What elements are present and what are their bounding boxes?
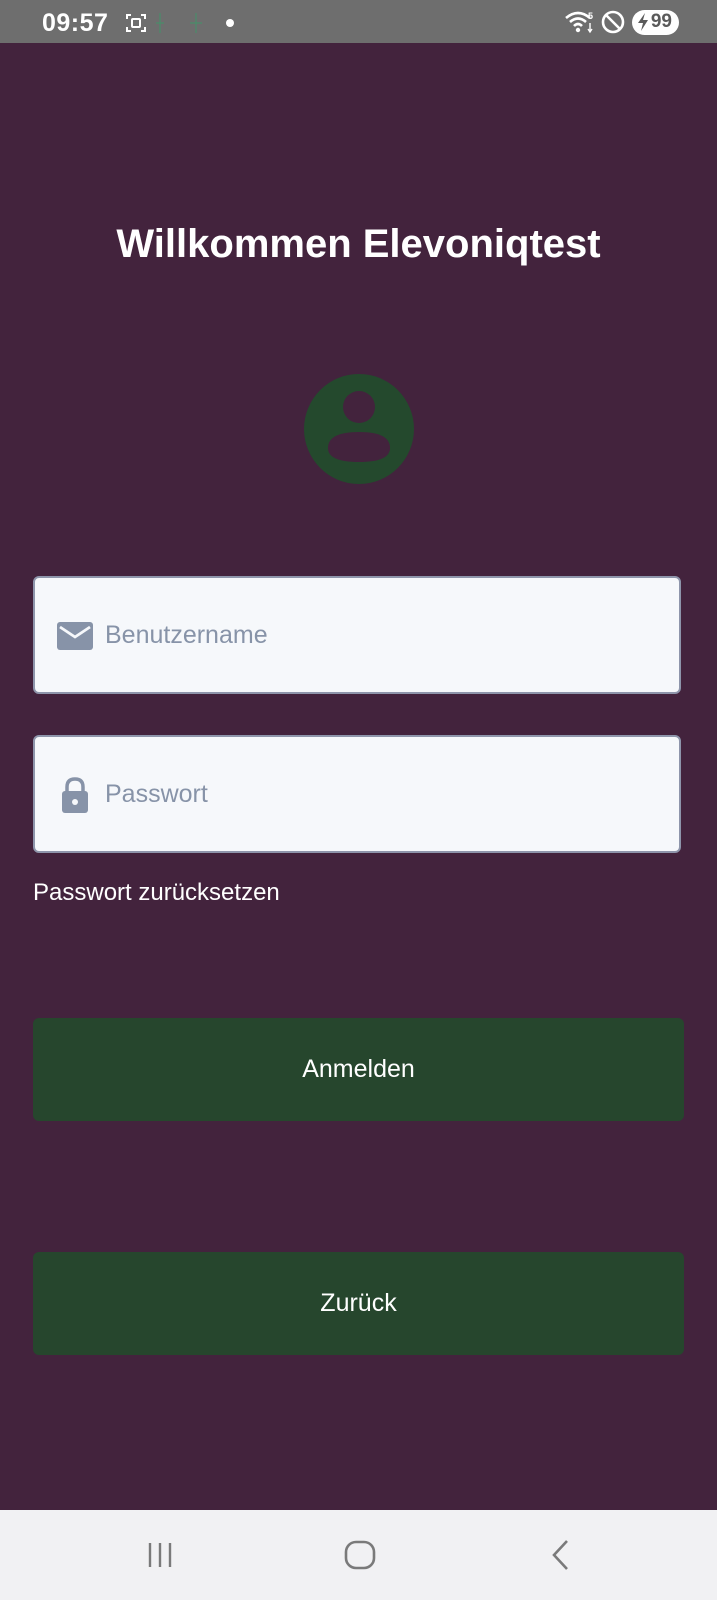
status-notification-icons [124,11,240,35]
back-button[interactable]: Zurück [33,1252,684,1355]
login-button[interactable]: Anmelden [33,1018,684,1121]
charging-bolt-icon [637,13,648,31]
screenshot-icon [126,14,146,32]
password-field[interactable] [33,735,681,853]
lock-icon [62,777,88,813]
recent-apps-icon [148,1543,172,1567]
signal-glyph-icon [190,13,202,33]
username-field[interactable] [33,576,681,694]
signal-glyph-icon [156,13,164,33]
notification-dot-icon [226,19,234,27]
home-icon [344,1540,376,1570]
status-right-icons: 5 99 [564,9,679,35]
account-circle-icon [304,374,414,484]
mail-icon [57,622,93,650]
system-back-button[interactable] [531,1530,591,1580]
svg-text:5: 5 [588,11,593,21]
home-button[interactable] [330,1530,390,1580]
battery-indicator: 99 [631,9,679,35]
chevron-left-icon [552,1540,568,1570]
reset-password-link[interactable]: Passwort zurücksetzen [33,879,280,907]
status-bar: 09:57 5 99 [0,0,717,43]
navigation-bar [0,1510,717,1600]
battery-level: 99 [650,11,672,32]
do-not-disturb-icon [601,10,625,34]
status-time: 09:57 [42,9,109,37]
wifi-icon: 5 [565,11,593,34]
username-input[interactable] [105,578,665,692]
page-title: Willkommen Elevoniqtest [116,222,601,266]
recent-apps-button[interactable] [130,1530,190,1580]
password-input[interactable] [105,737,665,851]
